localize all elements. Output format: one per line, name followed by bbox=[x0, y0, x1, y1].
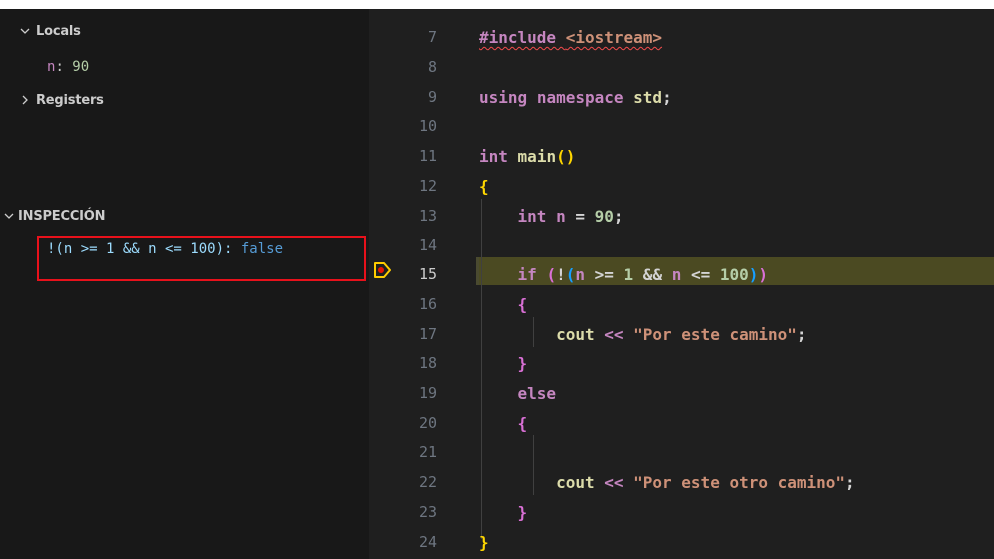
operator: <= bbox=[681, 265, 720, 284]
code-editor[interactable]: 7 8 9 10 11 12 13 14 15 16 17 18 19 20 2… bbox=[369, 9, 994, 559]
operator: << bbox=[594, 325, 634, 344]
operator: = bbox=[565, 207, 595, 226]
keyword: if bbox=[517, 265, 537, 284]
code-line-12: { bbox=[479, 171, 489, 202]
variable-value: 90 bbox=[72, 59, 90, 75]
line-number: 8 bbox=[427, 58, 437, 76]
code-line-7: #include <iostream> bbox=[479, 22, 662, 53]
watch-section-header[interactable]: INSPECCIÓN bbox=[0, 205, 106, 227]
punctuation: ; bbox=[613, 207, 624, 226]
code-line-19: else bbox=[479, 378, 557, 409]
line-number: 20 bbox=[418, 414, 437, 432]
variable: n bbox=[575, 265, 585, 284]
number: 90 bbox=[594, 207, 614, 226]
brace: } bbox=[479, 533, 489, 552]
line-number: 16 bbox=[418, 295, 437, 313]
number: 1 bbox=[623, 265, 634, 284]
code-line-13: int n = 90; bbox=[479, 201, 624, 232]
code-line-18: } bbox=[479, 348, 528, 379]
watch-separator: : bbox=[224, 241, 241, 257]
code-line-15: if (!(n >= 1 && n <= 100)) bbox=[479, 259, 769, 290]
keyword: namespace bbox=[536, 88, 624, 107]
keyword: using bbox=[479, 88, 528, 107]
code-line-16: { bbox=[479, 289, 528, 320]
line-number: 23 bbox=[418, 503, 437, 521]
brace: } bbox=[517, 503, 528, 522]
punctuation: ; bbox=[662, 88, 672, 107]
watch-value: false bbox=[240, 241, 284, 257]
line-number: 17 bbox=[418, 325, 437, 343]
code-line-11: int main() bbox=[479, 141, 575, 172]
locals-section-header[interactable]: Locals bbox=[14, 20, 81, 42]
string-literal: "Por este camino" bbox=[633, 325, 797, 344]
code-line-23: } bbox=[479, 497, 528, 528]
line-number: 18 bbox=[418, 354, 437, 372]
registers-section-header[interactable]: Registers bbox=[14, 89, 104, 111]
chevron-down-icon bbox=[0, 205, 18, 227]
string-literal: "Por este otro camino" bbox=[633, 473, 846, 492]
brace: { bbox=[517, 414, 528, 433]
line-number: 13 bbox=[418, 207, 437, 225]
paren: ( bbox=[565, 265, 576, 284]
watch-expression: !(n >= 1 && n <= 100) bbox=[47, 241, 225, 257]
include-directive: #include bbox=[479, 28, 557, 47]
function-name: main bbox=[517, 147, 557, 166]
local-variable-row[interactable]: n: 90 bbox=[47, 59, 89, 75]
line-number: 12 bbox=[418, 177, 437, 195]
registers-title: Registers bbox=[36, 92, 104, 108]
line-number: 22 bbox=[418, 473, 437, 491]
chevron-right-icon bbox=[14, 89, 36, 111]
line-number-current: 15 bbox=[418, 265, 437, 283]
brace: { bbox=[479, 177, 489, 196]
variable: n bbox=[556, 207, 566, 226]
paren: ) bbox=[748, 265, 759, 284]
code-line-22: cout << "Por este otro camino"; bbox=[479, 467, 855, 498]
line-number: 11 bbox=[418, 147, 437, 165]
watch-expression-row[interactable]: !(n >= 1 && n <= 100): false bbox=[47, 241, 283, 257]
line-number: 9 bbox=[427, 88, 437, 106]
line-number: 21 bbox=[418, 443, 437, 461]
vscode-debug-window: Locals n: 90 Registers INSPECCIÓN !(n >=… bbox=[0, 9, 994, 559]
paren: ) bbox=[758, 265, 769, 284]
line-number: 24 bbox=[418, 533, 437, 551]
code-line-20: { bbox=[479, 408, 528, 439]
paren: ( bbox=[546, 265, 557, 284]
operator: && bbox=[633, 265, 672, 284]
breakpoint-current-icon[interactable] bbox=[372, 259, 394, 281]
number: 100 bbox=[719, 265, 749, 284]
watch-title: INSPECCIÓN bbox=[18, 208, 106, 224]
operator: << bbox=[594, 473, 634, 492]
operator: >= bbox=[585, 265, 624, 284]
brace: { bbox=[517, 295, 528, 314]
code-line-24: } bbox=[479, 527, 489, 558]
paren: ) bbox=[565, 147, 576, 166]
brace: } bbox=[517, 354, 528, 373]
paren: ( bbox=[556, 147, 566, 166]
line-number: 7 bbox=[427, 28, 437, 46]
punctuation: ; bbox=[845, 473, 855, 492]
code-line-17: cout << "Por este camino"; bbox=[479, 319, 807, 350]
code-line-9: using namespace std; bbox=[479, 82, 672, 113]
variable-separator: : bbox=[55, 59, 73, 75]
chevron-down-icon bbox=[14, 20, 36, 42]
locals-title: Locals bbox=[36, 23, 81, 39]
variable: n bbox=[671, 265, 682, 284]
namespace-name: std bbox=[633, 88, 663, 107]
debug-sidebar: Locals n: 90 Registers INSPECCIÓN !(n >=… bbox=[0, 9, 369, 559]
keyword: int bbox=[479, 147, 508, 166]
punctuation: ; bbox=[796, 325, 807, 344]
line-number: 10 bbox=[418, 117, 437, 135]
identifier: cout bbox=[556, 473, 595, 492]
line-number: 19 bbox=[418, 384, 437, 402]
operator: ! bbox=[556, 265, 566, 284]
identifier: cout bbox=[556, 325, 595, 344]
line-number: 14 bbox=[418, 236, 437, 254]
keyword: int bbox=[517, 207, 547, 226]
include-file: <iostream> bbox=[565, 28, 663, 47]
keyword: else bbox=[517, 384, 557, 403]
